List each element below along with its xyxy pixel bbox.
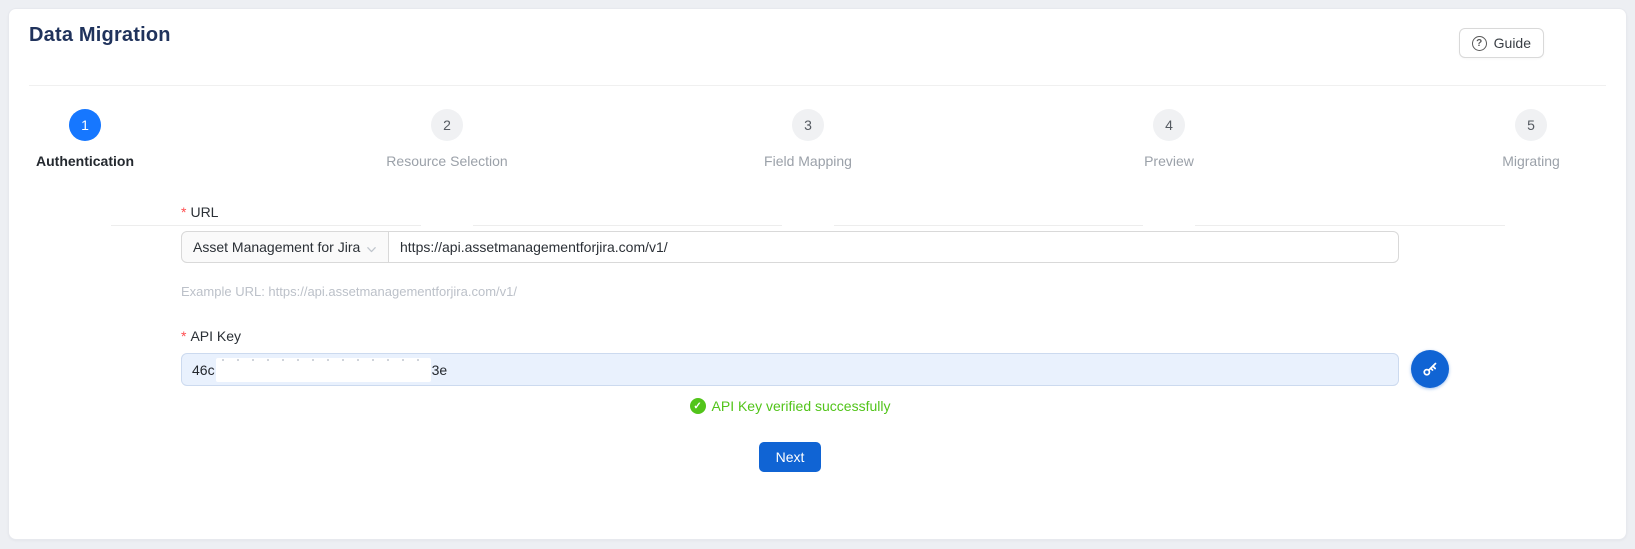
step-field-mapping: 3 Field Mapping — [698, 109, 918, 169]
step-2-label: Resource Selection — [337, 153, 557, 169]
step-4-circle: 4 — [1153, 109, 1185, 141]
step-authentication: 1 Authentication — [0, 109, 195, 169]
verify-key-button[interactable] — [1411, 350, 1449, 388]
page-title: Data Migration — [29, 24, 171, 47]
provider-select[interactable]: Asset Management for Jira — [181, 231, 389, 263]
step-connector-2-3 — [473, 225, 782, 226]
chevron-down-icon — [366, 242, 377, 253]
step-connector-1-2 — [111, 225, 421, 226]
step-3-label: Field Mapping — [698, 153, 918, 169]
check-circle-icon: ✓ — [690, 398, 706, 414]
step-connector-4-5 — [1195, 225, 1505, 226]
step-2-circle: 2 — [431, 109, 463, 141]
url-input-group: Asset Management for Jira — [181, 231, 1399, 263]
question-circle-icon: ? — [1472, 36, 1487, 51]
step-3-circle: 3 — [792, 109, 824, 141]
verification-message: API Key verified successfully — [712, 398, 891, 414]
step-resource-selection: 2 Resource Selection — [337, 109, 557, 169]
required-asterisk: * — [181, 328, 186, 344]
required-asterisk: * — [181, 204, 186, 220]
step-4-label: Preview — [1059, 153, 1279, 169]
url-field-label: *URL — [181, 204, 218, 220]
step-1-label: Authentication — [0, 153, 195, 169]
api-key-field-label: *API Key — [181, 328, 241, 344]
api-key-redaction-mask — [216, 358, 431, 382]
header-divider — [29, 85, 1606, 86]
step-connector-3-4 — [834, 225, 1143, 226]
guide-button[interactable]: ? Guide — [1459, 28, 1544, 58]
stepper: 1 Authentication 2 Resource Selection 3 … — [9, 109, 1626, 181]
step-1-circle: 1 — [69, 109, 101, 141]
verification-status: ✓ API Key verified successfully — [181, 398, 1399, 414]
guide-button-label: Guide — [1494, 35, 1531, 51]
api-key-visible-prefix: 46c — [192, 362, 215, 378]
key-icon — [1420, 359, 1440, 379]
step-5-label: Migrating — [1421, 153, 1635, 169]
data-migration-card: Data Migration ? Guide 1 Authentication … — [8, 8, 1627, 540]
step-preview: 4 Preview — [1059, 109, 1279, 169]
url-input[interactable] — [389, 231, 1399, 263]
provider-select-value: Asset Management for Jira — [193, 239, 360, 255]
api-key-input[interactable]: 46c 3e — [181, 353, 1399, 386]
next-button[interactable]: Next — [759, 442, 821, 472]
api-key-visible-suffix: 3e — [432, 362, 448, 378]
step-5-circle: 5 — [1515, 109, 1547, 141]
url-helper-text: Example URL: https://api.assetmanagement… — [181, 284, 517, 299]
step-migrating: 5 Migrating — [1421, 109, 1635, 169]
